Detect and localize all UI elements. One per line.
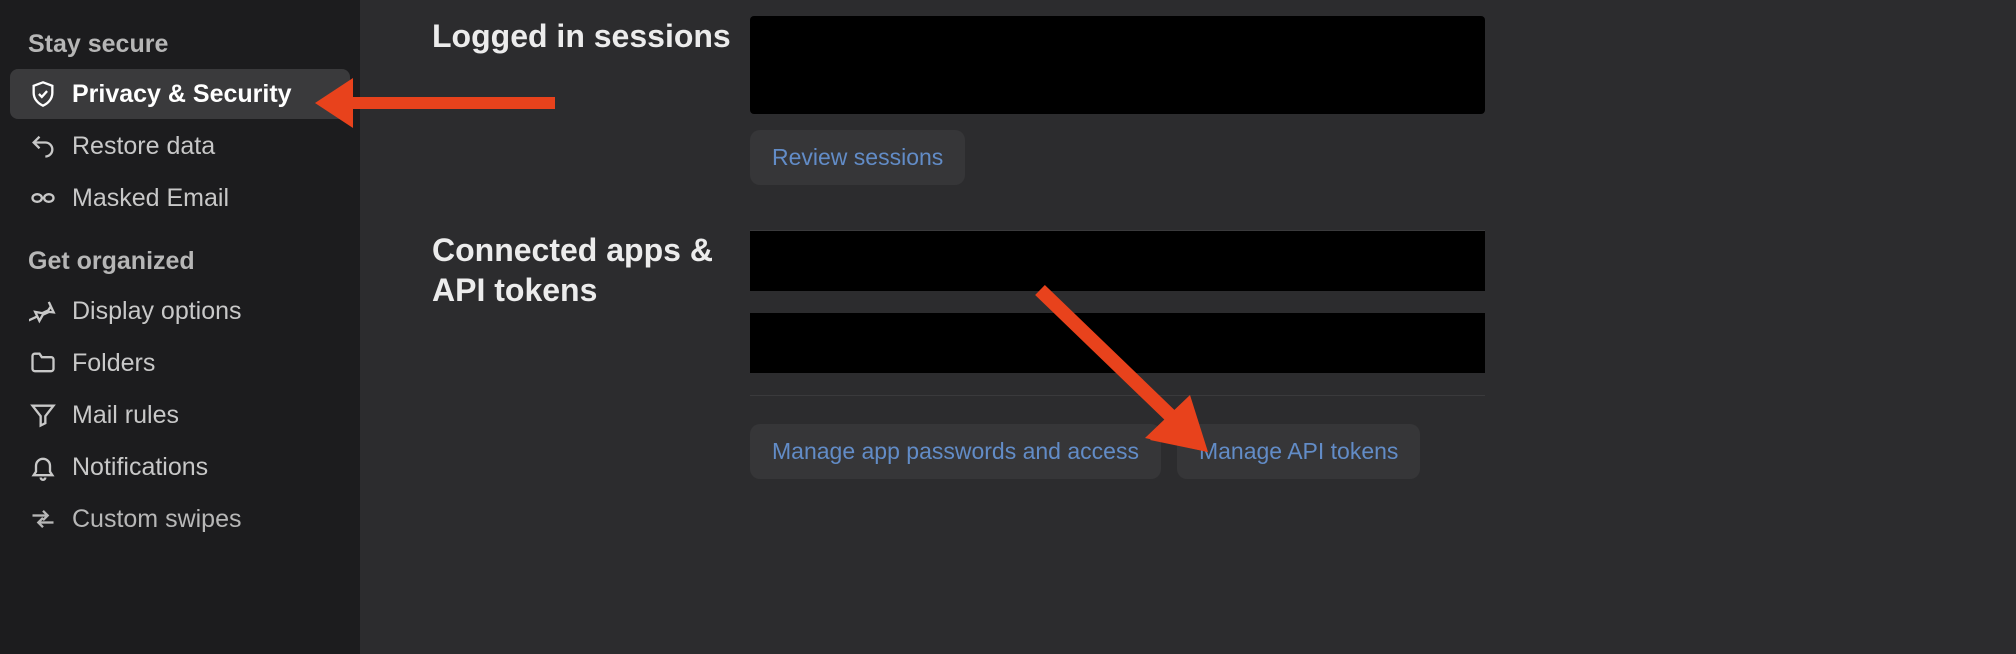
sidebar-item-label: Mail rules bbox=[72, 401, 179, 430]
section-connected-apps: Connected apps & API tokens Manage app p… bbox=[360, 230, 2016, 479]
thumbtack-icon bbox=[28, 296, 58, 326]
divider bbox=[750, 395, 1485, 396]
sidebar-item-notifications[interactable]: Notifications bbox=[10, 442, 350, 492]
sidebar-item-label: Masked Email bbox=[72, 184, 229, 213]
undo-icon bbox=[28, 131, 58, 161]
main-content: Logged in sessions Review sessions Conne… bbox=[360, 0, 2016, 654]
manage-app-passwords-button[interactable]: Manage app passwords and access bbox=[750, 424, 1161, 479]
sidebar-item-folders[interactable]: Folders bbox=[10, 338, 350, 388]
sidebar-item-display-options[interactable]: Display options bbox=[10, 286, 350, 336]
sidebar: Stay secure Privacy & Security Restore d… bbox=[0, 0, 360, 654]
bell-icon bbox=[28, 452, 58, 482]
section-logged-in-sessions: Logged in sessions Review sessions bbox=[360, 16, 2016, 185]
swipe-icon bbox=[28, 504, 58, 534]
section-title-connected: Connected apps & API tokens bbox=[360, 230, 750, 310]
funnel-icon bbox=[28, 400, 58, 430]
sidebar-item-label: Notifications bbox=[72, 453, 208, 482]
sidebar-item-masked-email[interactable]: Masked Email bbox=[10, 173, 350, 223]
sidebar-item-label: Restore data bbox=[72, 132, 215, 161]
sidebar-section-stay-secure: Stay secure bbox=[0, 8, 360, 69]
review-sessions-button[interactable]: Review sessions bbox=[750, 130, 965, 185]
connected-redacted-block-1 bbox=[750, 231, 1485, 291]
folder-icon bbox=[28, 348, 58, 378]
shield-check-icon bbox=[28, 79, 58, 109]
sidebar-item-restore-data[interactable]: Restore data bbox=[10, 121, 350, 171]
sidebar-item-label: Display options bbox=[72, 297, 242, 326]
sidebar-item-label: Folders bbox=[72, 349, 155, 378]
sidebar-item-label: Privacy & Security bbox=[72, 80, 292, 109]
sidebar-item-privacy-security[interactable]: Privacy & Security bbox=[10, 69, 350, 119]
mask-icon bbox=[28, 183, 58, 213]
sidebar-item-label: Custom swipes bbox=[72, 505, 242, 534]
sidebar-section-get-organized: Get organized bbox=[0, 225, 360, 286]
sidebar-item-mail-rules[interactable]: Mail rules bbox=[10, 390, 350, 440]
sidebar-item-custom-swipes[interactable]: Custom swipes bbox=[10, 494, 350, 544]
manage-api-tokens-button[interactable]: Manage API tokens bbox=[1177, 424, 1420, 479]
section-title-sessions: Logged in sessions bbox=[360, 16, 750, 56]
connected-redacted-block-2 bbox=[750, 313, 1485, 373]
sessions-redacted-block bbox=[750, 16, 1485, 114]
